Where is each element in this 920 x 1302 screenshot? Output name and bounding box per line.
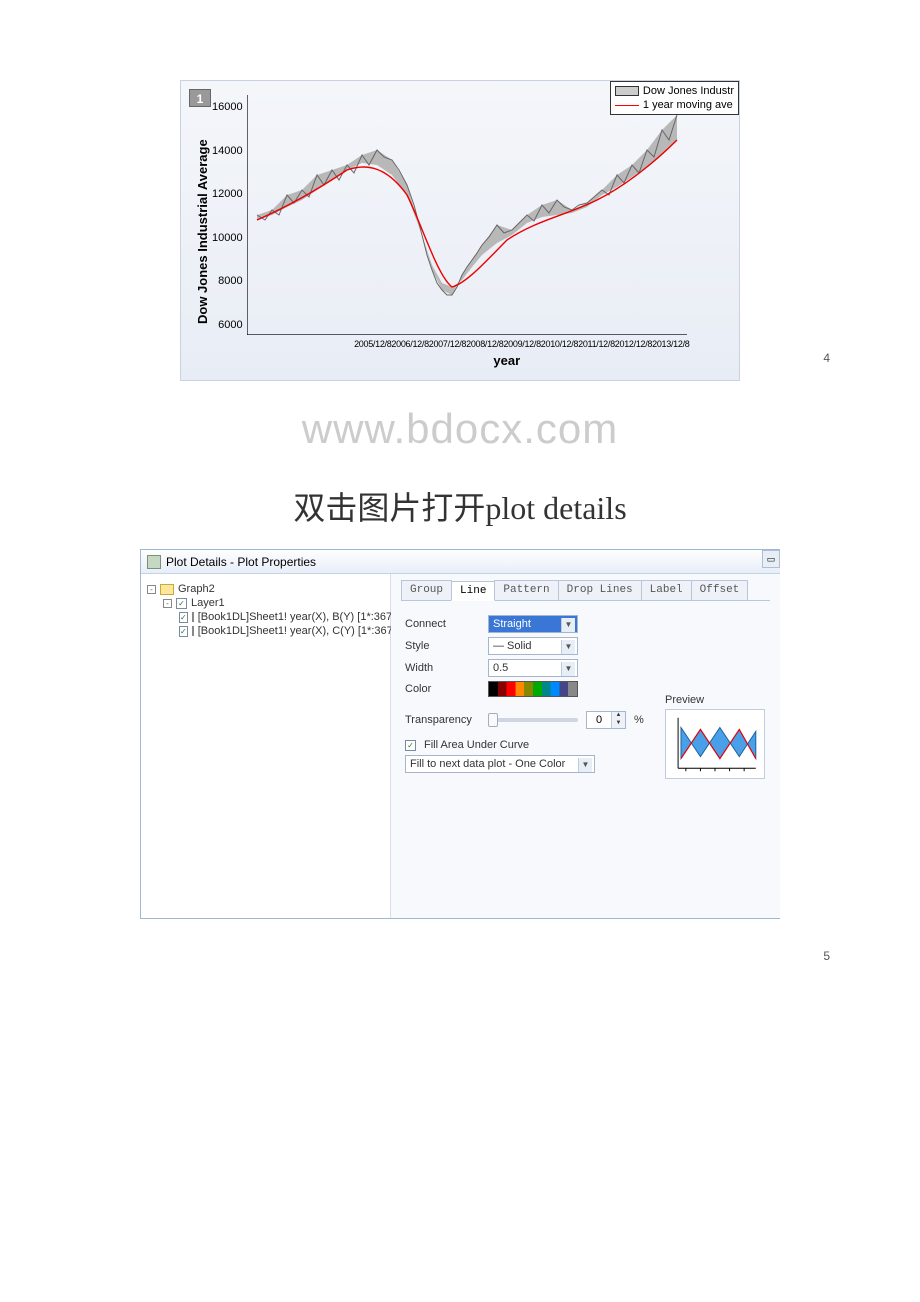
tab-group[interactable]: Group (401, 580, 452, 600)
chevron-down-icon: ▼ (561, 640, 575, 654)
preview-label: Preview (665, 694, 770, 706)
color-label: Color (405, 683, 480, 695)
dialog-icon (147, 555, 161, 569)
width-label: Width (405, 662, 480, 674)
plot-details-dialog: ▭ Plot Details - Plot Properties - Graph… (140, 549, 780, 919)
graph-window: 1 Dow Jones Industr 1 year moving ave Do… (180, 80, 740, 381)
tree-node-layer[interactable]: - ✓ Layer1 (147, 596, 384, 610)
checkbox-icon[interactable]: ✓ (179, 626, 188, 637)
tab-offset[interactable]: Offset (691, 580, 749, 600)
transparency-unit: % (634, 714, 644, 726)
collapse-icon[interactable]: - (147, 585, 156, 594)
legend-label-2: 1 year moving ave (643, 98, 733, 112)
x-axis-ticks: 2005/12/82006/12/82007/12/82008/12/82009… (247, 339, 727, 349)
fill-between-area (257, 115, 677, 295)
chevron-down-icon: ▼ (578, 758, 592, 772)
preview-thumbnail (665, 709, 765, 779)
tree-node-plot-1[interactable]: ✓ [Book1DL]Sheet1! year(X), B(Y) [1*:367… (147, 610, 384, 624)
watermark-text: www.bdocx.com (50, 405, 870, 453)
collapse-icon[interactable]: - (163, 599, 172, 608)
fill-area-label: Fill Area Under Curve (424, 739, 529, 751)
transparency-slider[interactable] (488, 718, 578, 722)
minimize-icon[interactable]: ▭ (762, 550, 780, 568)
caption-heading: 双击图片打开plot details (50, 483, 870, 529)
fill-area-checkbox[interactable]: ✓ (405, 740, 416, 751)
chevron-down-icon: ▼ (561, 662, 575, 676)
style-select[interactable]: — Solid▼ (488, 637, 578, 655)
tree-node-graph[interactable]: - Graph2 (147, 582, 384, 596)
transparency-spinner[interactable]: ▲▼ (586, 711, 626, 729)
series-2-line (257, 140, 677, 287)
tab-pattern[interactable]: Pattern (494, 580, 558, 600)
fill-mode-select[interactable]: Fill to next data plot - One Color▼ (405, 755, 595, 773)
connect-label: Connect (405, 618, 480, 630)
tree-node-plot-2[interactable]: ✓ [Book1DL]Sheet1! year(X), C(Y) [1*:367… (147, 624, 384, 638)
plot-type-icon (192, 626, 194, 636)
x-axis-label: year (247, 353, 727, 368)
checkbox-icon[interactable]: ✓ (179, 612, 188, 623)
chart-plot-area (247, 95, 687, 335)
style-label: Style (405, 640, 480, 652)
tab-drop-lines[interactable]: Drop Lines (558, 580, 642, 600)
chevron-down-icon: ▼ (561, 618, 575, 632)
color-picker[interactable] (488, 681, 578, 697)
spinner-down-icon[interactable]: ▼ (612, 720, 625, 728)
dialog-title: Plot Details - Plot Properties (166, 555, 316, 569)
folder-icon (160, 584, 174, 595)
connect-select[interactable]: Straight▼ (488, 615, 578, 633)
width-select[interactable]: 0.5▼ (488, 659, 578, 677)
y-axis-ticks: 16000 14000 12000 10000 8000 6000 (212, 101, 247, 331)
tab-label[interactable]: Label (641, 580, 692, 600)
legend-swatch-series2 (615, 105, 639, 106)
dialog-titlebar[interactable]: Plot Details - Plot Properties (141, 550, 780, 574)
legend-label-1: Dow Jones Industr (643, 84, 734, 98)
legend-swatch-series1 (615, 86, 639, 96)
tab-line[interactable]: Line (451, 581, 495, 601)
transparency-input[interactable] (587, 712, 611, 728)
transparency-label: Transparency (405, 714, 480, 726)
plot-tree[interactable]: - Graph2 - ✓ Layer1 ✓ [Book1DL]Sheet1! y… (141, 574, 391, 918)
y-axis-label: Dow Jones Industrial Average (193, 95, 212, 368)
chart-legend: Dow Jones Industr 1 year moving ave (610, 81, 739, 115)
page-number-bottom: 5 (50, 949, 870, 963)
checkbox-icon[interactable]: ✓ (176, 598, 187, 609)
spinner-up-icon[interactable]: ▲ (612, 712, 625, 720)
tabs-bar: Group Line Pattern Drop Lines Label Offs… (401, 580, 770, 601)
plot-type-icon (192, 612, 194, 622)
